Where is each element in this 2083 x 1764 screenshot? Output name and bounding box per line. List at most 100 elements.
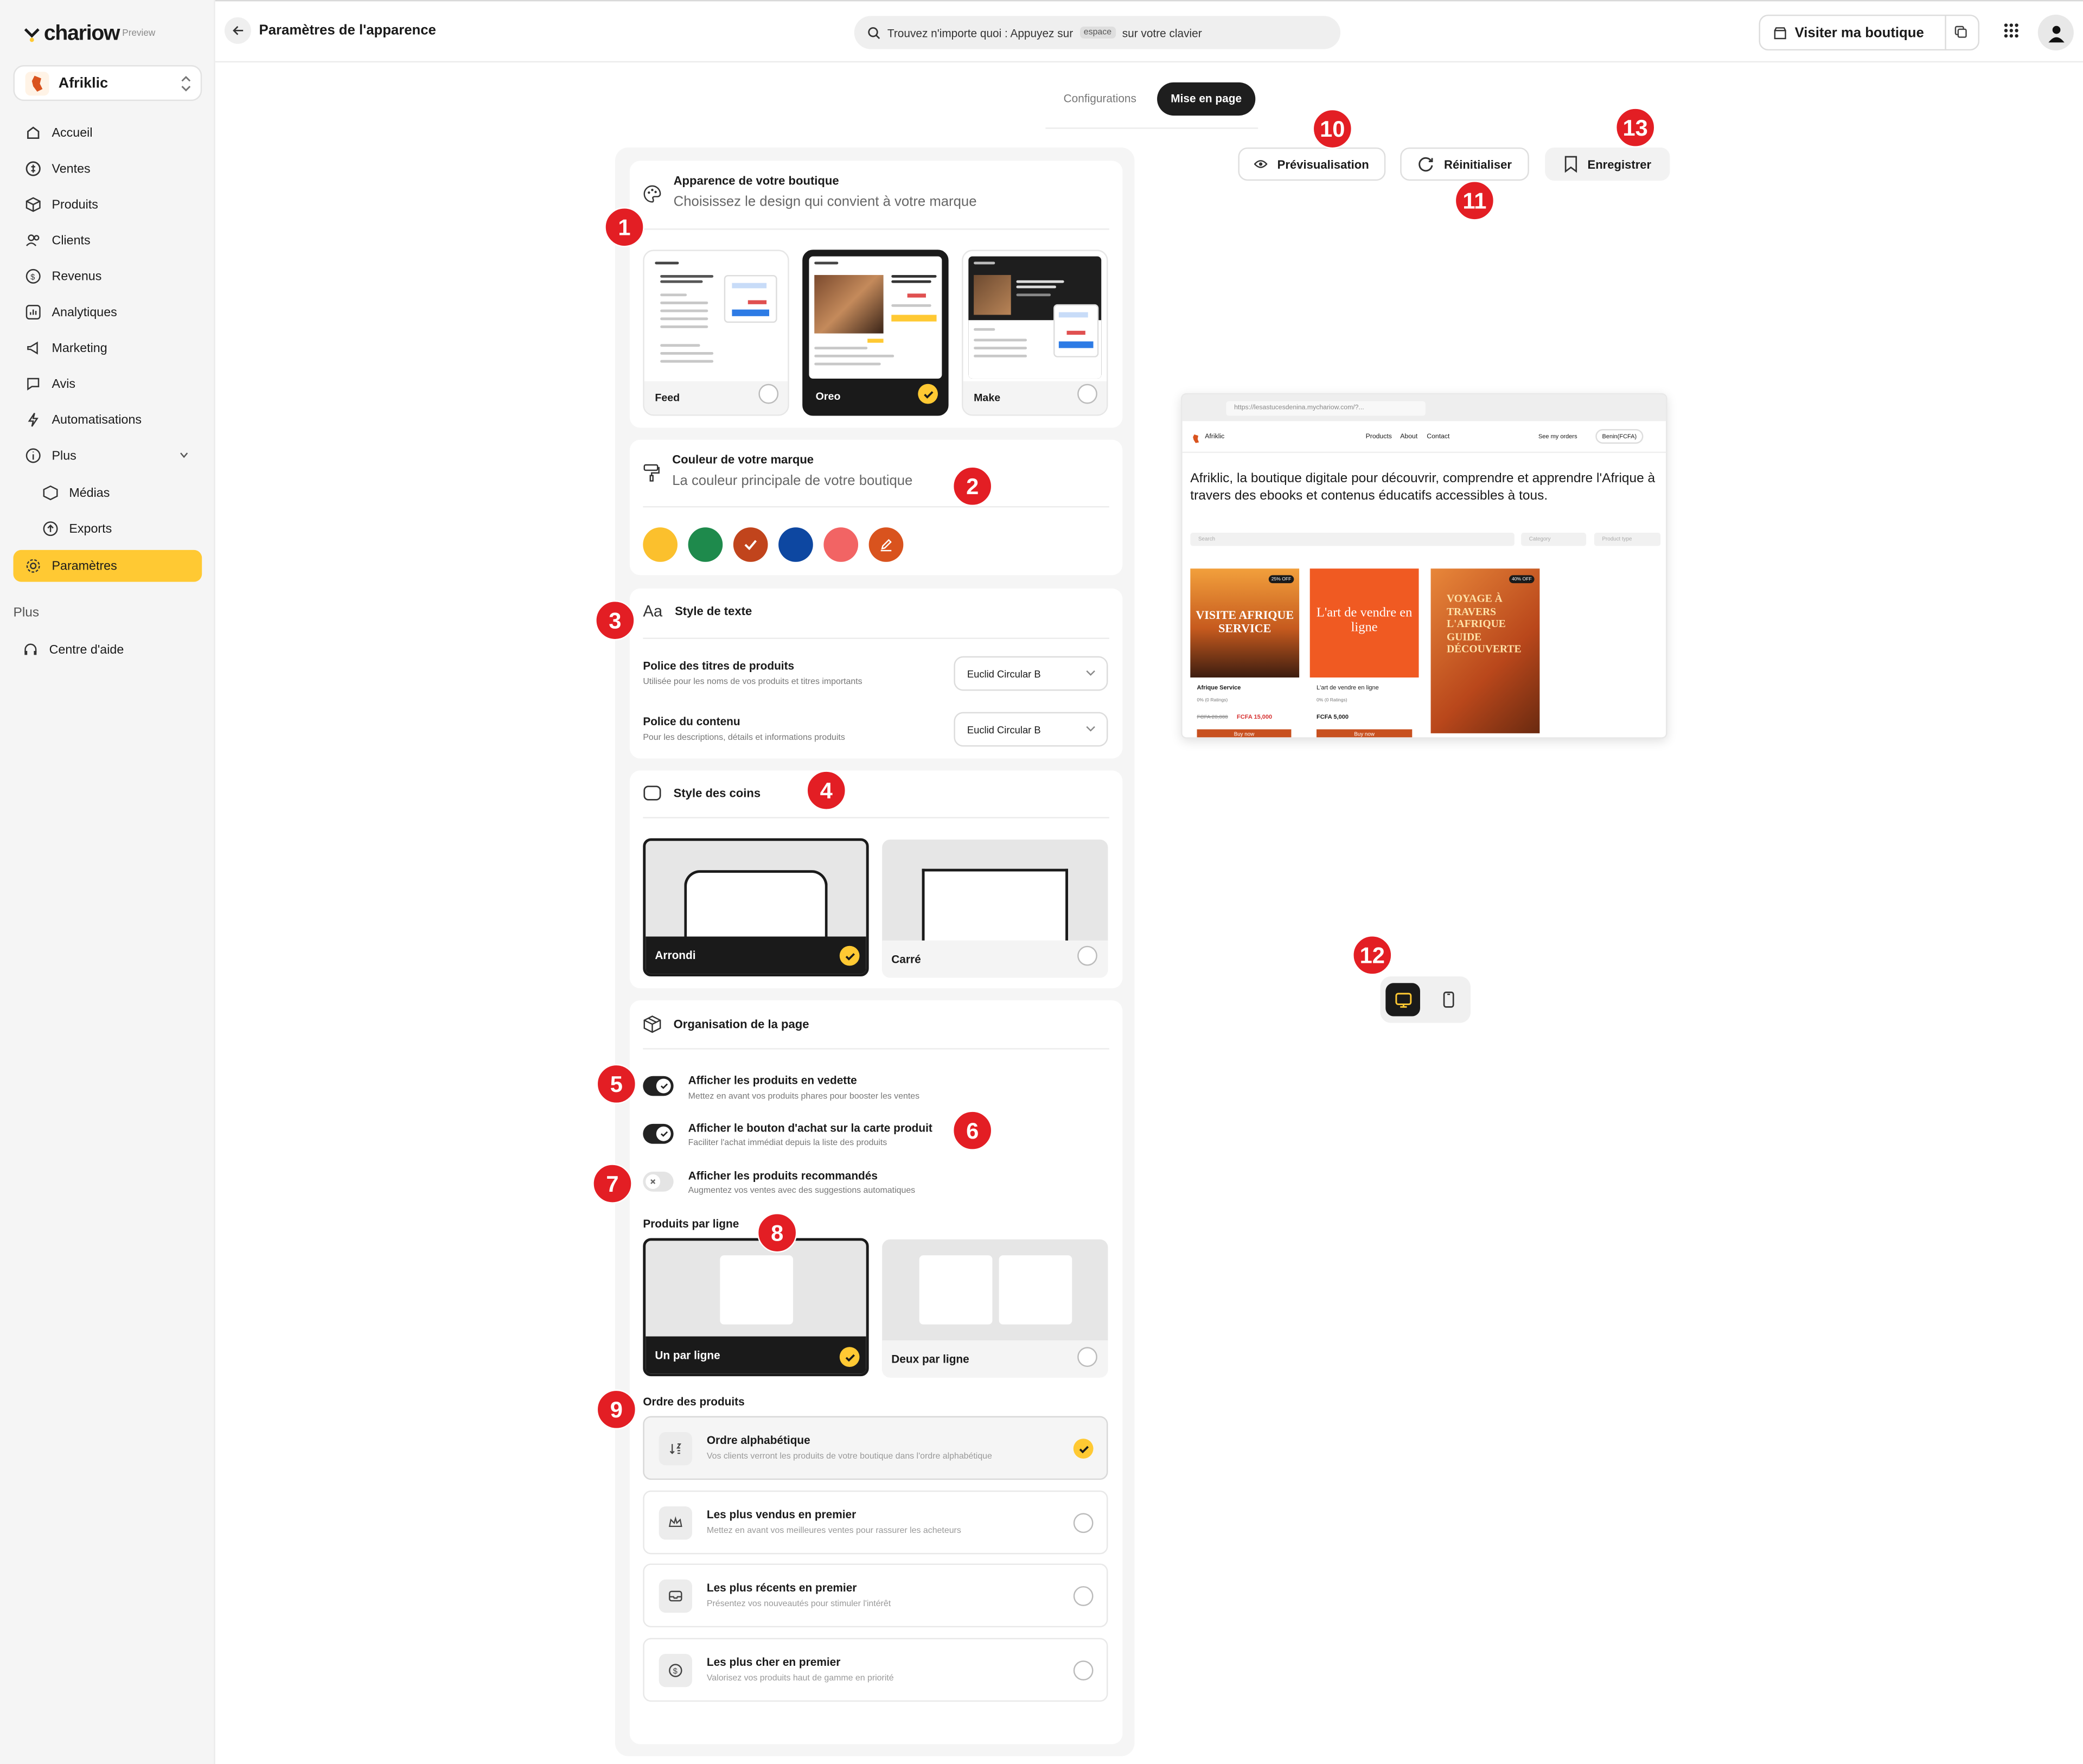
- body-font-select[interactable]: Euclid Circular B: [954, 712, 1108, 747]
- export-icon: [43, 521, 58, 536]
- palette-icon: [643, 185, 661, 203]
- sidebar-item-clients[interactable]: Clients: [13, 225, 202, 257]
- corner-option-rounded[interactable]: Arrondi: [643, 838, 869, 977]
- sidebar-item-avis[interactable]: Avis: [13, 368, 202, 400]
- order-option-best-sellers[interactable]: Les plus vendus en premier Mettez en ava…: [643, 1490, 1108, 1555]
- tab-layout[interactable]: Mise en page: [1157, 82, 1256, 116]
- order-title: Les plus récents en premier: [706, 1581, 857, 1594]
- sidebar-item-parametres[interactable]: Paramètres: [13, 549, 202, 582]
- preview-button[interactable]: Prévisualisation: [1238, 147, 1386, 181]
- radio-unchecked[interactable]: [1073, 1660, 1094, 1680]
- visit-store-button[interactable]: Visiter ma boutique: [1759, 14, 1980, 51]
- close-icon: [650, 1179, 656, 1184]
- toggle-recommended-products[interactable]: [643, 1172, 674, 1192]
- preview-product-1-price: FCFA 15,000: [1237, 713, 1273, 720]
- sidebar-item-accueil[interactable]: Accueil: [13, 117, 202, 149]
- per-row-option-two[interactable]: Deux par ligne: [882, 1239, 1108, 1378]
- sidebar-item-help[interactable]: Centre d'aide: [11, 634, 200, 666]
- corner-option-square[interactable]: Carré: [882, 839, 1108, 978]
- preview-buy-button: Buy now: [1316, 729, 1413, 738]
- mobile-view-button[interactable]: [1431, 983, 1466, 1016]
- theme-option-make[interactable]: Make: [962, 250, 1108, 416]
- text-aa-icon: Aa: [643, 602, 663, 617]
- sidebar-item-automatisations[interactable]: Automatisations: [13, 404, 202, 436]
- theme-option-feed[interactable]: Feed: [643, 250, 789, 416]
- check-icon: [918, 384, 938, 404]
- sidebar-item-medias[interactable]: Médias: [13, 477, 202, 509]
- corners-title: Style des coins: [673, 786, 761, 800]
- copy-icon[interactable]: [1954, 25, 1967, 39]
- desktop-view-button[interactable]: [1385, 983, 1420, 1017]
- media-icon: [43, 485, 58, 501]
- theme-label: Oreo: [815, 391, 841, 403]
- annotation-badge-2: 2: [952, 466, 993, 507]
- radio-unchecked[interactable]: [1077, 384, 1097, 404]
- back-button[interactable]: [224, 17, 251, 44]
- store-name: Afriklic: [58, 75, 108, 91]
- order-title: Les plus cher en premier: [706, 1655, 841, 1669]
- color-swatch-yellow[interactable]: [643, 527, 678, 562]
- radio-unchecked[interactable]: [1073, 1513, 1094, 1533]
- toggle-buy-button[interactable]: [643, 1123, 674, 1144]
- annotation-badge-4: 4: [806, 770, 847, 810]
- toggle-sub: Augmentez vos ventes avec des suggestion…: [688, 1186, 916, 1196]
- preview-product-1-name: Afrique Service: [1197, 684, 1241, 691]
- annotation-badge-11: 11: [1454, 181, 1495, 221]
- theme-label: Feed: [655, 392, 680, 404]
- package-icon: [643, 1015, 661, 1033]
- sidebar-item-label: Marketing: [52, 341, 107, 356]
- order-title: Ordre alphabétique: [706, 1433, 810, 1447]
- user-avatar[interactable]: [2037, 14, 2074, 51]
- color-swatch-blue[interactable]: [778, 527, 813, 562]
- radio-unchecked[interactable]: [1077, 1347, 1097, 1367]
- search-key-hint: espace: [1079, 26, 1116, 39]
- sidebar-item-plus[interactable]: Plus: [13, 440, 202, 472]
- color-swatch-coral[interactable]: [823, 527, 859, 562]
- annotation-badge-3: 3: [595, 600, 635, 641]
- preview-label: Prévisualisation: [1277, 157, 1369, 171]
- toggle-featured-products[interactable]: [643, 1076, 674, 1096]
- divider: [643, 1048, 1109, 1050]
- sidebar-item-analytiques[interactable]: Analytiques: [13, 296, 202, 328]
- tab-configurations[interactable]: Configurations: [1048, 82, 1152, 116]
- order-option-alphabetical[interactable]: Ordre alphabétique Vos clients verront l…: [643, 1416, 1108, 1480]
- apps-grid-icon[interactable]: [2003, 23, 2019, 39]
- theme-option-oreo[interactable]: Oreo: [802, 250, 949, 416]
- preview-hero: Afriklic, la boutique digitale pour déco…: [1190, 471, 1656, 504]
- body-font-label: Police du contenu: [643, 714, 740, 728]
- order-option-most-expensive[interactable]: $ Les plus cher en premier Valorisez vos…: [643, 1638, 1108, 1702]
- appearance-subtitle: Choisissez le design qui convient à votr…: [673, 194, 977, 210]
- pencil-icon: [880, 539, 892, 552]
- text-style-title: Style de texte: [675, 604, 752, 618]
- cover-text: VOYAGE À TRAVERS L'AFRIQUE GUIDE DÉCOUVE…: [1446, 592, 1522, 655]
- color-swatch-green[interactable]: [688, 527, 723, 562]
- topbar: Paramètres de l'apparence Trouvez n'impo…: [215, 0, 2083, 63]
- sidebar-item-produits[interactable]: Produits: [13, 189, 202, 221]
- toggle-label: Afficher les produits en vedette: [688, 1073, 857, 1087]
- radio-unchecked[interactable]: [1073, 1586, 1094, 1606]
- per-row-option-one[interactable]: Un par ligne: [643, 1238, 869, 1377]
- radio-unchecked[interactable]: [1077, 945, 1097, 966]
- store-selector[interactable]: Afriklic: [13, 65, 202, 101]
- sidebar-item-label: Analytiques: [52, 305, 117, 319]
- order-option-newest[interactable]: Les plus récents en premier Présentez vo…: [643, 1563, 1108, 1628]
- toggle-label: Afficher les produits recommandés: [688, 1169, 878, 1183]
- reset-button[interactable]: Réinitialiser: [1400, 147, 1529, 181]
- order-sub: Présentez vos nouveautés pour stimuler l…: [706, 1599, 891, 1609]
- sidebar-item-marketing[interactable]: Marketing: [13, 332, 202, 364]
- eye-icon: [1255, 160, 1268, 168]
- sidebar-item-label: Avis: [52, 376, 76, 392]
- toggle-label: Afficher le bouton d'achat sur la carte …: [688, 1121, 932, 1135]
- settings-icon: [26, 559, 40, 573]
- sidebar-item-exports[interactable]: Exports: [13, 513, 202, 545]
- search-bar[interactable]: Trouvez n'importe quoi : Appuyez sur esp…: [854, 16, 1341, 49]
- color-swatch-rust-selected[interactable]: [733, 527, 768, 562]
- chariow-logo[interactable]: chariow: [24, 23, 120, 47]
- custom-color-button[interactable]: [868, 527, 904, 562]
- sidebar-item-ventes[interactable]: Ventes: [13, 153, 202, 185]
- title-font-select[interactable]: Euclid Circular B: [954, 656, 1108, 691]
- annotation-badge-9: 9: [596, 1389, 637, 1430]
- sidebar-item-revenus[interactable]: $ Revenus: [13, 260, 202, 292]
- radio-unchecked[interactable]: [758, 384, 779, 404]
- save-button[interactable]: Enregistrer: [1545, 147, 1670, 181]
